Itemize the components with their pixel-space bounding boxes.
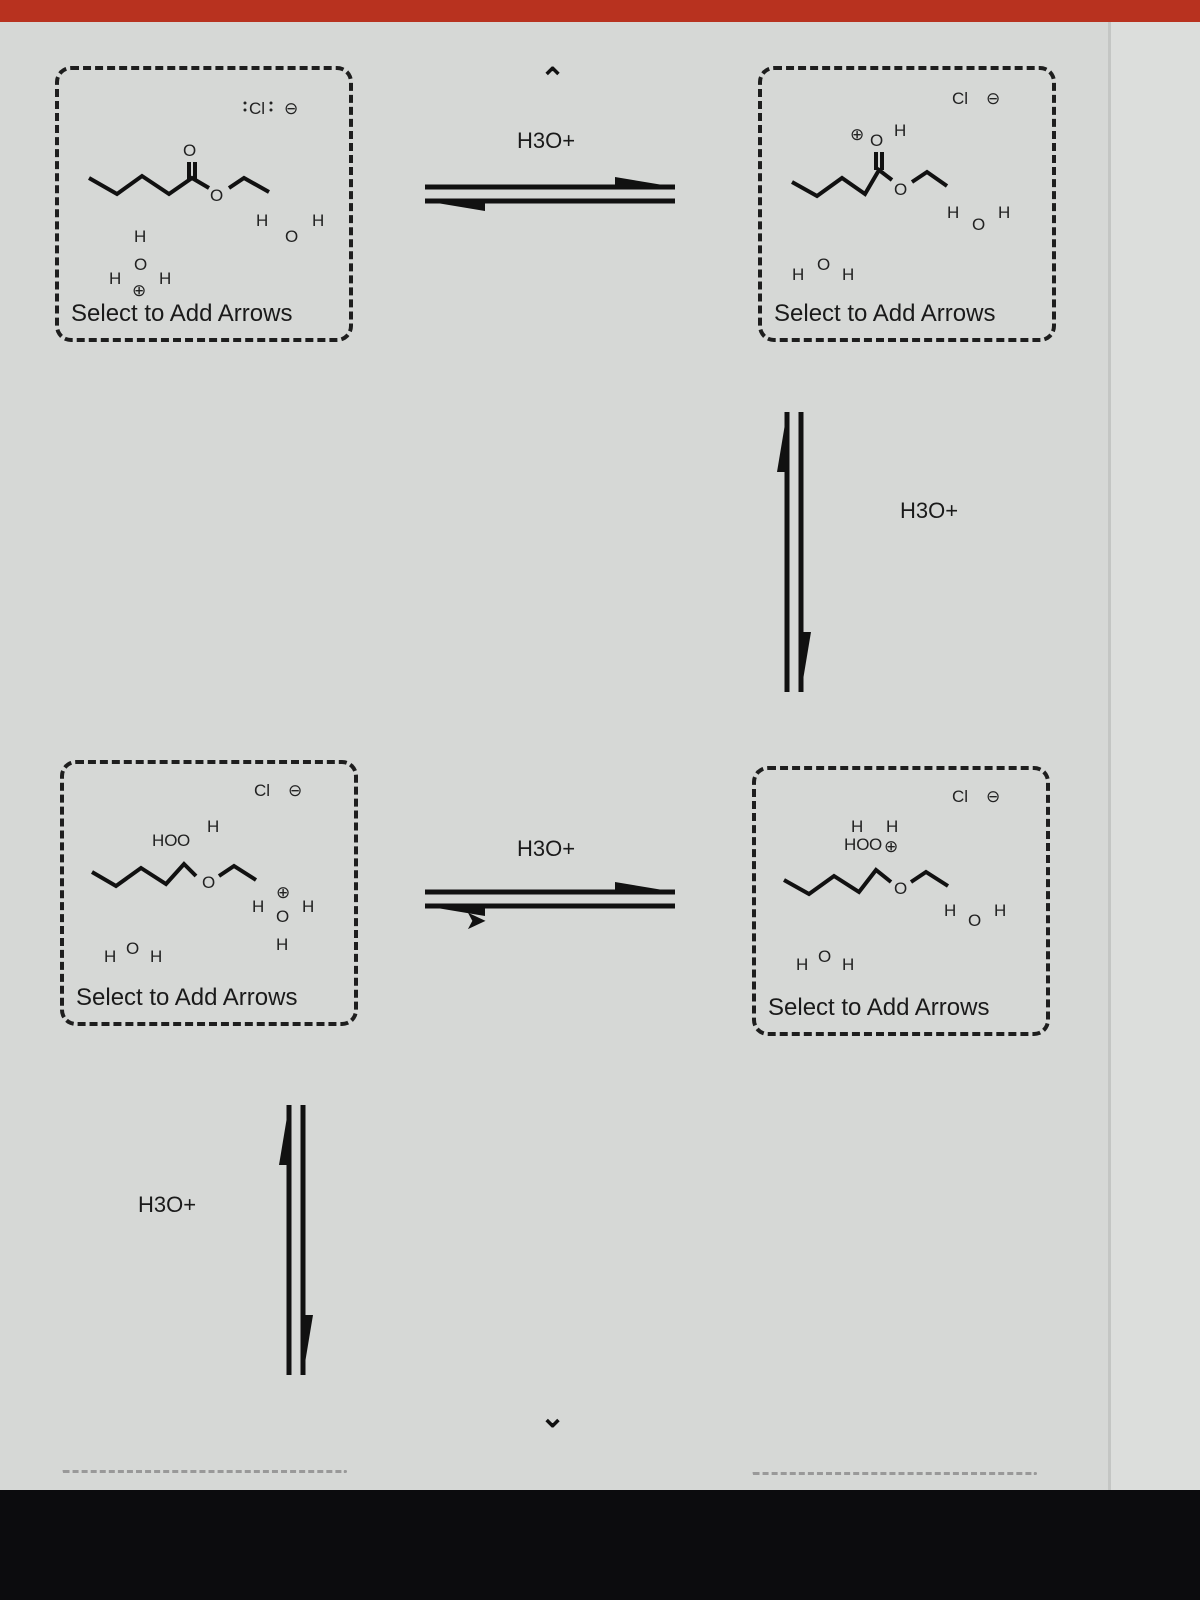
hydrogen-atom: H	[994, 901, 1006, 920]
water-oxygen: O	[285, 227, 298, 246]
reagent-label: H3O+	[138, 1192, 197, 1217]
hydroxyl-group: HO	[152, 831, 178, 850]
hydronium-oxygen: O	[134, 255, 147, 274]
mouse-cursor-icon: ➤	[465, 905, 487, 935]
chevron-down-icon[interactable]: ⌄	[540, 1400, 565, 1435]
hydrogen-atom: H	[302, 897, 314, 916]
positive-charge-icon: ⊕	[276, 883, 290, 902]
water-oxygen: O	[818, 947, 831, 966]
hydrogen-atom: H	[842, 955, 854, 974]
ester-oxygen: O	[202, 873, 215, 892]
equilibrium-arrow-icon[interactable]	[425, 175, 680, 215]
mechanism-step-box-2[interactable]: Cl ⊖ ⊕ O H O H O H H O H Select to Add A…	[758, 66, 1056, 342]
negative-charge-icon: ⊖	[288, 781, 302, 800]
reagent-label: H3O+	[900, 498, 959, 523]
hydrogen-atom: H	[150, 947, 162, 966]
equilibrium-arrow-icon[interactable]	[775, 412, 825, 697]
select-to-add-arrows-button[interactable]: Select to Add Arrows	[774, 300, 995, 328]
hydronium-oxygen: O	[276, 907, 289, 926]
hydrogen-atom: H	[842, 265, 854, 284]
water-oxygen: O	[972, 215, 985, 234]
select-to-add-arrows-button[interactable]: Select to Add Arrows	[71, 300, 292, 328]
positive-charge-icon: ⊕	[884, 837, 898, 856]
select-to-add-arrows-button[interactable]: Select to Add Arrows	[768, 994, 989, 1022]
hydrogen-atom: H	[109, 269, 121, 288]
molecule-drawing: Cl ⊖ ⊕ O H O H O H H O H	[791, 89, 1010, 284]
chevron-up-icon[interactable]: ⌃	[540, 62, 565, 97]
hydrogen-atom: H	[276, 935, 288, 954]
chlorine-atom: Cl	[254, 781, 270, 800]
equilibrium-arrow-icon[interactable]	[425, 880, 680, 920]
hydrogen-atom: H	[207, 817, 219, 836]
hydrogen-atom: H	[796, 955, 808, 974]
browser-top-bar	[0, 0, 1200, 22]
mechanism-step-box-1[interactable]: Cl ⊖ O O H O H H O H H ⊕ Select to Add A…	[55, 66, 353, 342]
ester-oxygen: O	[894, 180, 907, 199]
hydrogen-atom: H	[894, 121, 906, 140]
hydrogen-atom: H	[312, 211, 324, 230]
hydrogen-atom: H	[944, 901, 956, 920]
water-oxygen: O	[968, 911, 981, 930]
chlorine-atom: Cl	[952, 787, 968, 806]
hydrogen-atom: H	[947, 203, 959, 222]
water-oxygen: O	[126, 939, 139, 958]
mechanism-step-box-3[interactable]: Cl ⊖ HO O H O H ⊕ O H H H O H Select to …	[60, 760, 358, 1026]
negative-charge-icon: ⊖	[986, 787, 1000, 806]
oxonium-oxygen: O	[869, 835, 882, 854]
select-to-add-arrows-button[interactable]: Select to Add Arrows	[76, 984, 297, 1012]
hydrogen-atom: H	[252, 897, 264, 916]
hydrogen-atom: H	[134, 227, 146, 246]
hydrogen-atom: H	[256, 211, 268, 230]
hydroxyl-oxygen: O	[177, 831, 190, 850]
molecule-drawing: Cl ⊖ H H HO O ⊕ O H O H H O H	[783, 787, 1006, 974]
water-oxygen: O	[817, 255, 830, 274]
mechanism-step-box-5-partial[interactable]	[62, 1470, 347, 1473]
molecule-drawing: Cl ⊖ O O H O H H O H H ⊕	[88, 99, 324, 300]
negative-charge-icon: ⊖	[284, 99, 298, 118]
right-panel	[1108, 22, 1200, 1490]
hydrogen-atom: H	[159, 269, 171, 288]
hydrogen-atom: H	[792, 265, 804, 284]
hydroxyl-group: HO	[844, 835, 870, 854]
mechanism-step-box-4[interactable]: Cl ⊖ H H HO O ⊕ O H O H H O H Select to …	[752, 766, 1050, 1036]
ester-oxygen: O	[210, 186, 223, 205]
hydrogen-atom: H	[851, 817, 863, 836]
mechanism-step-box-6-partial[interactable]	[752, 1472, 1037, 1475]
carbonyl-oxygen: O	[870, 131, 883, 150]
ester-oxygen: O	[894, 879, 907, 898]
positive-charge-icon: ⊕	[850, 125, 864, 144]
positive-charge-icon: ⊕	[132, 281, 146, 300]
reagent-label: H3O+	[517, 128, 576, 153]
hydrogen-atom: H	[998, 203, 1010, 222]
carbonyl-oxygen: O	[183, 141, 196, 160]
reagent-label: H3O+	[517, 836, 576, 861]
hydrogen-atom: H	[886, 817, 898, 836]
negative-charge-icon: ⊖	[986, 89, 1000, 108]
chlorine-atom: Cl	[249, 99, 265, 118]
chlorine-atom: Cl	[952, 89, 968, 108]
equilibrium-arrow-icon[interactable]	[277, 1105, 327, 1380]
hydrogen-atom: H	[104, 947, 116, 966]
